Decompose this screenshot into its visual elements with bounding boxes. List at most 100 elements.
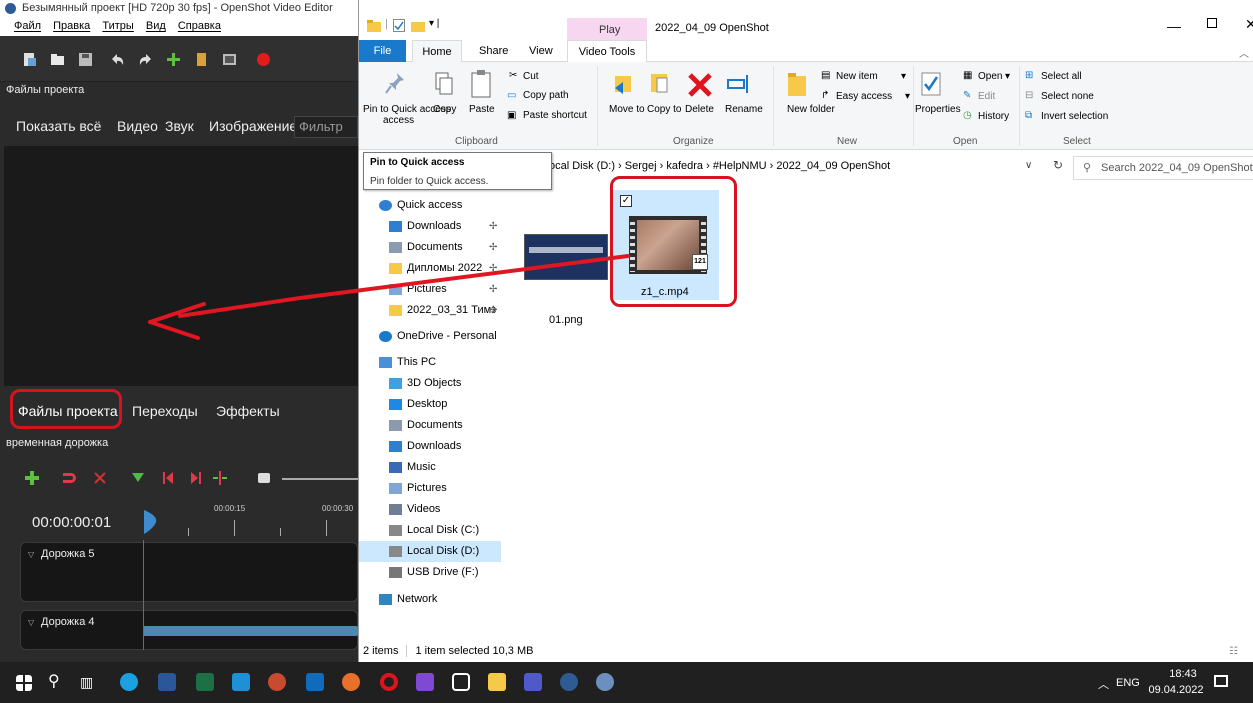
save-project-icon[interactable] — [78, 52, 93, 67]
visual-studio-icon[interactable] — [416, 673, 434, 691]
nav-item[interactable]: 3D Objects — [359, 373, 501, 394]
tab-video-tools[interactable]: Video Tools — [567, 40, 647, 63]
tab-effects[interactable]: Эффекты — [216, 403, 280, 419]
nav-item[interactable]: Pictures — [359, 478, 501, 499]
openshot-icon[interactable] — [560, 673, 578, 691]
center-playhead-icon[interactable] — [212, 470, 228, 486]
invert-selection-icon[interactable]: ⧉ — [1025, 110, 1032, 121]
copy-button[interactable]: Copy — [433, 104, 456, 115]
maximize-icon[interactable] — [1207, 18, 1217, 28]
properties-icon[interactable] — [393, 19, 405, 32]
history-button[interactable]: History — [978, 111, 1009, 122]
minimize-icon[interactable]: — — [1167, 18, 1181, 34]
filter-show-all[interactable]: Показать всё — [16, 118, 101, 134]
undo-icon[interactable] — [110, 52, 125, 67]
tab-view[interactable]: View — [529, 45, 553, 57]
excel-icon[interactable] — [196, 673, 214, 691]
teams-icon[interactable] — [524, 673, 542, 691]
search-box[interactable]: ⚲ Search 2022_04_09 OpenShot — [1073, 156, 1253, 180]
menu-view[interactable]: Вид — [146, 20, 166, 32]
new-item-button[interactable]: New item — [836, 71, 878, 82]
playhead-marker-icon[interactable] — [142, 510, 162, 534]
add-track-icon[interactable] — [24, 470, 40, 486]
paste-icon[interactable] — [471, 70, 491, 98]
copy-icon[interactable] — [435, 72, 453, 96]
chrome-icon[interactable] — [342, 673, 360, 691]
new-item-icon[interactable]: ▤ — [821, 70, 830, 81]
filter-video[interactable]: Видео — [117, 118, 158, 134]
menu-edit[interactable]: Правка — [53, 20, 90, 32]
qat-customize-icon[interactable]: ▾ | — [429, 18, 439, 29]
razor-icon[interactable] — [92, 470, 108, 486]
nav-item[interactable]: Network — [359, 589, 501, 610]
chevron-up-icon[interactable]: ︿ — [1239, 45, 1249, 60]
task-view-icon[interactable]: ▥ — [80, 673, 98, 691]
timeline-clip[interactable] — [143, 626, 358, 636]
new-folder-icon[interactable] — [411, 20, 425, 32]
nav-item[interactable]: Pictures ✢ — [359, 279, 501, 300]
paint-icon[interactable] — [596, 673, 614, 691]
redo-icon[interactable] — [138, 52, 153, 67]
edit-icon[interactable]: ✎ — [963, 90, 971, 101]
chevron-down-icon[interactable]: ▾ — [905, 91, 910, 102]
outlook-icon[interactable] — [306, 673, 324, 691]
opera-icon[interactable] — [380, 673, 398, 691]
cut-button[interactable]: Cut — [523, 71, 539, 82]
chevron-up-icon[interactable]: ︿ — [1098, 676, 1109, 692]
tab-home[interactable]: Home — [412, 40, 462, 63]
unity-icon[interactable] — [452, 673, 470, 691]
delete-button[interactable]: Delete — [685, 104, 714, 115]
select-none-button[interactable]: Select none — [1041, 91, 1094, 102]
filter-audio[interactable]: Звук — [165, 118, 194, 134]
profile-icon[interactable] — [194, 52, 209, 67]
search-icon[interactable]: ⚲ — [48, 673, 66, 691]
delete-icon[interactable] — [687, 72, 713, 98]
search-input[interactable]: Search 2022_04_09 OpenShot — [1101, 162, 1253, 174]
nav-item[interactable]: Music — [359, 457, 501, 478]
menu-file[interactable]: Файл — [14, 20, 41, 32]
nav-item[interactable]: Videos — [359, 499, 501, 520]
file-explorer-icon[interactable] — [488, 673, 506, 691]
new-project-icon[interactable] — [22, 52, 37, 67]
edge-browser-icon[interactable] — [120, 673, 138, 691]
menu-help[interactable]: Справка — [178, 20, 221, 32]
filter-image[interactable]: Изображение — [209, 118, 297, 134]
open-project-icon[interactable] — [50, 52, 65, 67]
details-view-icon[interactable]: ☷ — [1229, 646, 1238, 657]
select-all-button[interactable]: Select all — [1041, 71, 1082, 82]
easy-access-button[interactable]: Easy access — [836, 91, 892, 102]
paste-shortcut-icon[interactable]: ▣ — [507, 110, 516, 121]
previous-marker-icon[interactable] — [160, 470, 176, 486]
windows-start-icon[interactable] — [16, 675, 32, 691]
chevron-down-icon[interactable]: ▾ — [1005, 71, 1010, 82]
nav-item[interactable]: Local Disk (C:) — [359, 520, 501, 541]
track-5[interactable]: ▽ Дорожка 5 — [20, 542, 358, 602]
nav-item[interactable]: Quick access — [359, 195, 501, 216]
paste-button[interactable]: Paste — [469, 104, 495, 115]
new-folder-button[interactable]: New folder — [787, 104, 835, 115]
nav-item[interactable]: OneDrive - Personal — [359, 326, 501, 347]
nav-item[interactable]: Local Disk (D:) — [359, 541, 501, 562]
tab-share[interactable]: Share — [479, 45, 508, 57]
nav-item[interactable]: 2022_03_31 Тимз ✢ — [359, 300, 501, 321]
project-files-drop-area[interactable] — [4, 146, 358, 386]
move-to-button[interactable]: Move to — [609, 104, 645, 115]
copy-to-button[interactable]: Copy to — [647, 104, 681, 115]
word-icon[interactable] — [158, 673, 176, 691]
nav-item[interactable]: Desktop — [359, 394, 501, 415]
add-marker-icon[interactable] — [130, 470, 146, 486]
chevron-down-icon[interactable]: ∨ — [1025, 160, 1032, 171]
move-to-icon[interactable] — [613, 70, 633, 98]
rename-icon[interactable] — [727, 72, 751, 96]
refresh-icon[interactable]: ↻ — [1053, 158, 1063, 172]
nav-item[interactable]: Дипломы 2022 ✢ — [359, 258, 501, 279]
paste-shortcut-button[interactable]: Paste shortcut — [523, 110, 587, 121]
cut-icon[interactable]: ✂ — [509, 70, 517, 81]
tab-file[interactable]: File — [359, 40, 406, 62]
history-icon[interactable]: ◷ — [963, 110, 972, 121]
nav-item[interactable]: Downloads ✢ — [359, 216, 501, 237]
chevron-down-icon[interactable]: ▾ — [901, 71, 906, 82]
copy-to-icon[interactable] — [649, 70, 669, 98]
notifications-icon[interactable] — [1214, 675, 1228, 687]
nav-item[interactable]: Documents — [359, 415, 501, 436]
